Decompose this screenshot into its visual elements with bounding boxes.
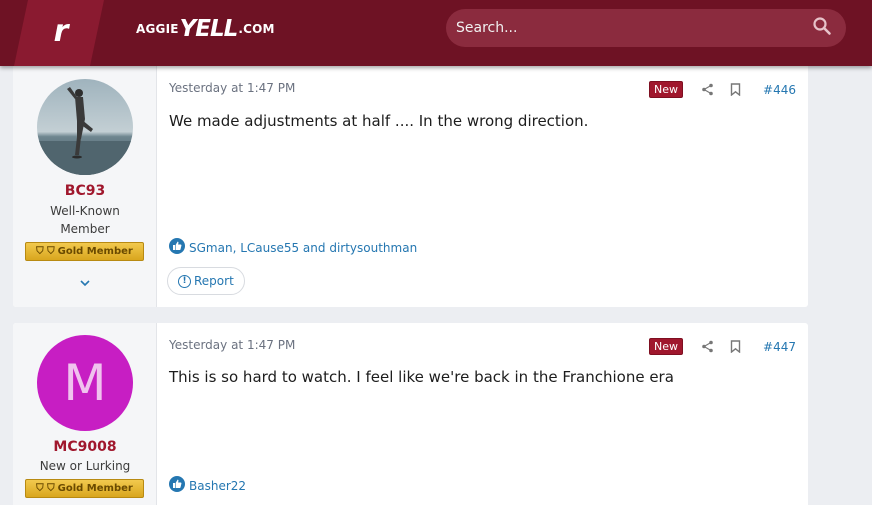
gold-member-badge: ⛉ ⛉ Gold Member — [25, 242, 144, 261]
search-input[interactable] — [456, 20, 756, 36]
post-body: Yesterday at 1:47 PM New #446 We made ad… — [167, 46, 808, 307]
reactions-list[interactable]: SGman, LCause55 and dirtysouthman — [189, 241, 417, 255]
like-icon — [169, 238, 189, 257]
badge-label: Gold Member — [57, 483, 133, 494]
user-sidebar: M MC9008 New or Lurking ⛉ ⛉ Gold Member — [13, 323, 157, 505]
post-actions: New #446 — [649, 81, 796, 98]
post-446: BC93 Well-Known Member ⛉ ⛉ Gold Member Y… — [13, 46, 808, 307]
site-logo-mid: YELL — [179, 16, 239, 42]
shield-icon: ⛉ ⛉ — [36, 483, 55, 494]
chevron-down-icon[interactable] — [75, 276, 95, 292]
reactions-bar[interactable]: SGman, LCause55 and dirtysouthman — [169, 238, 417, 257]
post-message: This is so hard to watch. I feel like we… — [169, 368, 674, 386]
bookmark-icon[interactable] — [730, 83, 743, 96]
avatar[interactable]: M — [37, 335, 133, 431]
post-body: Yesterday at 1:47 PM New #447 This is so… — [169, 323, 808, 505]
exclamation-icon: ! — [178, 274, 191, 288]
bookmark-icon[interactable] — [730, 340, 743, 353]
share-icon[interactable] — [701, 83, 714, 96]
report-label: Report — [194, 274, 234, 288]
new-badge: New — [649, 338, 684, 355]
like-icon — [169, 476, 189, 495]
brand-logo[interactable]: r — [14, 0, 104, 66]
badge-label: Gold Member — [57, 246, 133, 257]
reactions-list[interactable]: Basher22 — [189, 479, 246, 493]
post-actions: New #447 — [649, 338, 796, 355]
new-badge: New — [649, 81, 684, 98]
top-nav-bar: r AGGIE YELL .COM — [0, 0, 872, 66]
site-logo-left: AGGIE — [136, 22, 179, 36]
username[interactable]: MC9008 — [13, 439, 157, 455]
share-icon[interactable] — [701, 340, 714, 353]
post-timestamp[interactable]: Yesterday at 1:47 PM — [169, 81, 295, 95]
post-number-link[interactable]: #446 — [763, 83, 796, 97]
search-box[interactable] — [446, 9, 846, 47]
avatar[interactable] — [37, 79, 133, 175]
user-title: New or Lurking — [39, 459, 131, 473]
user-sidebar: BC93 Well-Known Member ⛉ ⛉ Gold Member — [13, 46, 157, 307]
shield-icon: ⛉ ⛉ — [36, 246, 55, 257]
report-button[interactable]: ! Report — [167, 267, 245, 295]
username[interactable]: BC93 — [13, 183, 157, 199]
post-timestamp[interactable]: Yesterday at 1:47 PM — [169, 338, 295, 352]
user-title: Well-Known Member — [50, 204, 120, 236]
post-447: M MC9008 New or Lurking ⛉ ⛉ Gold Member … — [13, 323, 808, 505]
gold-member-badge: ⛉ ⛉ Gold Member — [25, 479, 144, 498]
search-icon[interactable] — [812, 16, 832, 40]
post-number-link[interactable]: #447 — [763, 340, 796, 354]
site-logo[interactable]: AGGIE YELL .COM — [136, 14, 275, 44]
reactions-bar[interactable]: Basher22 — [169, 476, 246, 495]
site-logo-right: .COM — [238, 22, 275, 36]
post-message: We made adjustments at half .... In the … — [169, 112, 589, 130]
